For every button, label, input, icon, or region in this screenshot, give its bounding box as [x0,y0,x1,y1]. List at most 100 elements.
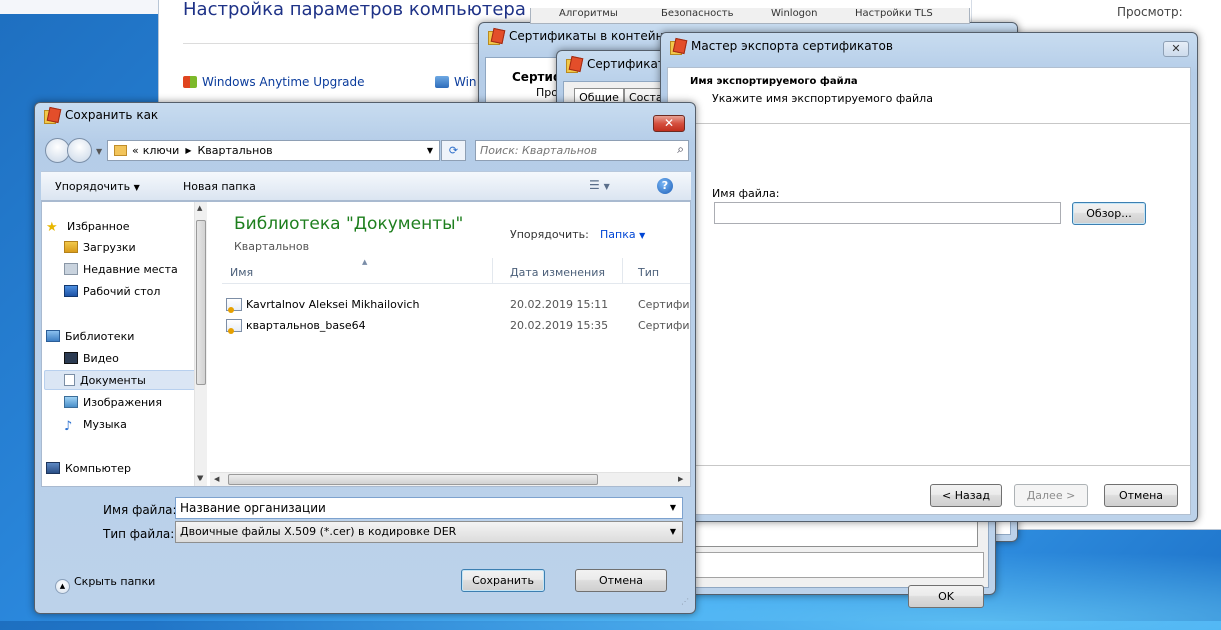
documents-icon [64,374,75,386]
nav-computer-label: Компьютер [65,462,131,475]
view-label: Просмотр: [1117,5,1183,19]
help-icon[interactable]: ? [657,178,673,194]
export-wizard-window: Мастер экспорта сертификатов ✕ Имя экспо… [660,32,1198,522]
nav-favorites[interactable]: ★ Избранное [46,220,130,235]
nav-scroll-up-icon[interactable]: ▲ [197,204,202,212]
column-headers: Имя ▲ Дата изменения Тип [222,258,690,284]
hscroll-left-icon[interactable]: ◀ [214,475,219,483]
breadcrumb-folder-current[interactable]: Квартальнов [197,144,272,157]
view-options-icon[interactable]: ☰ ▼ [589,178,610,192]
history-dropdown-icon[interactable]: ▼ [96,147,102,156]
resize-grip-icon[interactable]: ⋰ [681,597,689,606]
star-icon: ★ [46,220,58,235]
export-wizard-titlebar: Мастер экспорта сертификатов [661,33,1197,59]
forward-button[interactable] [67,138,92,163]
save-as-close-icon[interactable]: ✕ [653,115,685,132]
nav-desktop-label: Рабочий стол [83,285,161,298]
wizard-app-icon [669,38,685,55]
wizard-file-name-input[interactable] [714,202,1061,224]
nav-scrollbar[interactable]: ▲ ▼ [194,202,207,486]
nav-libraries-label: Библиотеки [65,330,135,343]
cert-ok-button[interactable]: OK [908,585,984,608]
column-divider-1 [492,258,493,284]
breadcrumb-separator-icon: ▶ [185,146,192,155]
file-type-select[interactable]: Двоичные файлы X.509 (*.cer) в кодировке… [175,521,683,543]
wizard-back-button[interactable]: < Назад [930,484,1002,507]
new-folder-button[interactable]: Новая папка [183,180,256,193]
file-name-input[interactable] [178,499,658,517]
file-name-combobox[interactable]: ▼ [175,497,683,519]
arrange-dropdown-icon: ▼ [639,231,646,240]
hscroll-right-icon[interactable]: ▶ [678,475,683,483]
nav-computer[interactable]: Компьютер [46,462,131,475]
content-pane: Библиотека "Документы" Квартальнов Упоря… [210,202,690,472]
nav-libraries[interactable]: Библиотеки [46,330,134,343]
libraries-icon [46,330,60,342]
certificate-file-icon [226,298,242,313]
wizard-next-button[interactable]: Далее > [1014,484,1088,507]
nav-scroll-thumb[interactable] [196,220,206,385]
address-bar[interactable]: « ключи ▶ Квартальнов ▼ [107,140,440,161]
nav-music-label: Музыка [83,418,127,431]
file-name-dropdown-icon[interactable]: ▼ [670,503,676,512]
nav-downloads-label: Загрузки [83,241,136,254]
file-row[interactable]: квартальнов_base64 20.02.2019 15:35 Серт… [222,317,690,337]
wizard-file-name-label: Имя файла: [712,187,780,200]
collapse-arrow-icon: ▲ [55,579,70,594]
organize-label: Упорядочить [55,180,131,193]
certificate-file-icon [226,319,242,334]
column-type[interactable]: Тип [638,266,659,279]
wizard-footer-divider [668,465,1190,466]
file-name: квартальнов_base64 [246,319,366,332]
cryptopro-icon [487,28,503,45]
windows-update-link[interactable]: Win [435,75,477,89]
cancel-button[interactable]: Отмена [575,569,667,592]
breadcrumb-folder-keys[interactable]: ключи [143,144,180,157]
column-date[interactable]: Дата изменения [510,266,605,279]
file-type: Сертифи [638,298,690,311]
nav-downloads[interactable]: Загрузки [64,241,136,254]
organize-button[interactable]: Упорядочить ▼ [55,180,140,193]
hscroll-thumb[interactable] [228,474,598,485]
file-type-dropdown-icon[interactable]: ▼ [670,527,676,536]
wizard-browse-button[interactable]: Обзор... [1072,202,1146,225]
nav-music[interactable]: ♪ Музыка [64,418,127,434]
tab-security[interactable]: Безопасность [661,8,734,19]
address-dropdown-icon[interactable]: ▼ [427,146,433,155]
tab-tls[interactable]: Настройки TLS [855,8,933,19]
library-subtitle: Квартальнов [234,240,310,253]
file-type: Сертифи [638,319,690,332]
search-input[interactable] [478,142,658,159]
file-row[interactable]: Kavrtalnov Aleksei Mikhailovich 20.02.20… [222,296,690,316]
video-icon [64,352,78,364]
refresh-button[interactable]: ⟳ [441,140,466,161]
wizard-close-icon[interactable]: ✕ [1163,41,1189,57]
anytime-upgrade-link[interactable]: Windows Anytime Upgrade [183,75,365,89]
search-box[interactable]: ⌕ [475,140,689,161]
nav-favorites-label: Избранное [67,220,130,233]
content-horizontal-scrollbar[interactable]: ◀ ▶ [210,472,690,486]
arrange-by-label: Упорядочить: [510,228,589,241]
tab-winlogon[interactable]: Winlogon [771,8,817,19]
certificate-title: Сертификат [587,57,665,71]
file-type-label: Тип файла: [103,527,175,541]
nav-video[interactable]: Видео [64,352,119,365]
certificate-app-icon [565,56,581,73]
breadcrumb-prefix[interactable]: « [132,144,139,157]
save-button[interactable]: Сохранить [461,569,545,592]
command-bar: Упорядочить ▼ Новая папка ☰ ▼ ? [41,171,691,201]
nav-documents[interactable]: Документы [64,374,146,387]
nav-recent[interactable]: Недавние места [64,263,178,276]
column-name[interactable]: Имя [230,266,253,279]
music-icon: ♪ [64,419,73,434]
arrange-by-dropdown[interactable]: Папка ▼ [600,228,645,241]
search-icon[interactable]: ⌕ [677,142,684,157]
nav-scroll-left-icon[interactable]: ▼ [198,474,203,482]
cert-info-box [694,552,984,578]
nav-desktop[interactable]: Рабочий стол [64,285,160,298]
nav-video-label: Видео [83,352,119,365]
hide-folders-toggle[interactable]: ▲ Скрыть папки [55,575,155,594]
wizard-cancel-button[interactable]: Отмена [1104,484,1178,507]
tab-algorithms[interactable]: Алгоритмы [559,8,618,19]
nav-images[interactable]: Изображения [64,396,162,409]
